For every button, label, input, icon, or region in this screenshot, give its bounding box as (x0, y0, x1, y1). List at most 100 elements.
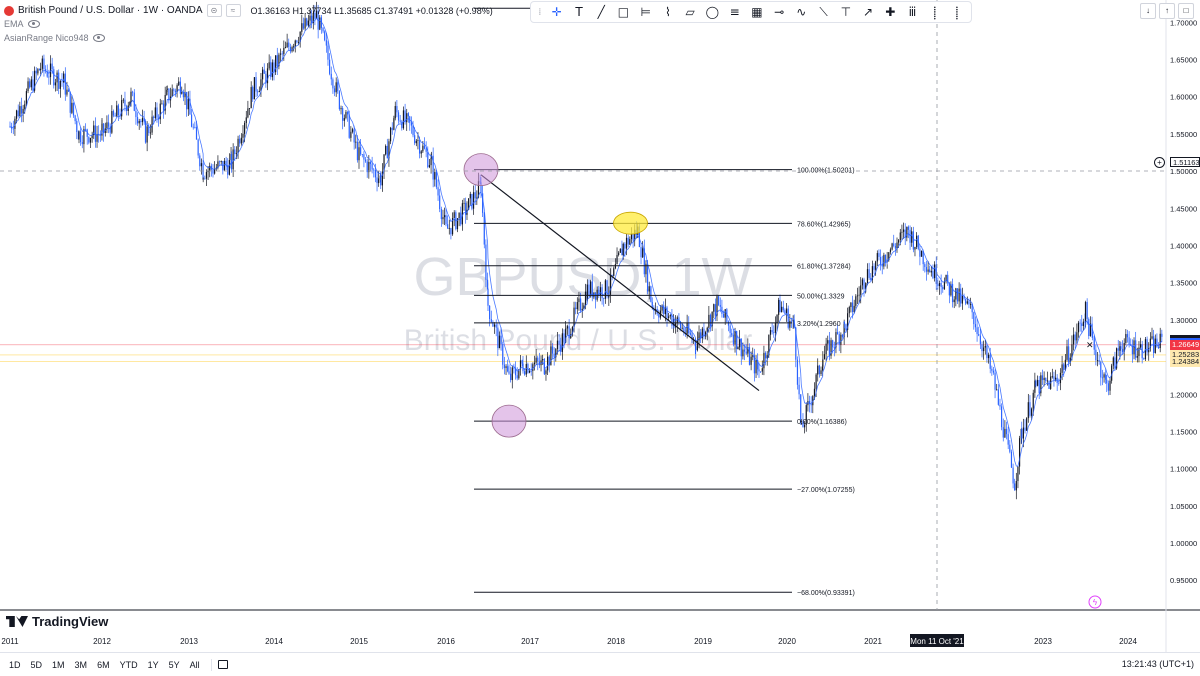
polyline-icon[interactable]: ⟍ (813, 3, 833, 21)
fib-tool-icon[interactable]: ⌇ (658, 3, 678, 21)
clock[interactable]: 13:21:43 (UTC+1) (1122, 659, 1194, 669)
calendar-icon[interactable] (217, 660, 228, 669)
price-chart[interactable]: GBPUSD, 1W British Pound / U.S. Dollar 1… (0, 0, 1200, 652)
candle-body (154, 107, 156, 119)
candle-body (898, 240, 900, 243)
symbol-legend[interactable]: British Pound / U.S. Dollar · 1W · OANDA… (4, 4, 493, 17)
candle-body (840, 334, 842, 345)
period-3m[interactable]: 3M (70, 660, 93, 670)
candle-body (1041, 375, 1044, 381)
candle-body (537, 357, 539, 362)
period-6m[interactable]: 6M (92, 660, 115, 670)
candle-body (1068, 346, 1070, 363)
candle-body (94, 125, 96, 142)
candle-body (1004, 428, 1006, 438)
candle-body (1038, 379, 1040, 394)
period-selector: 1D 5D 1M 3M 6M YTD 1Y 5Y All (4, 660, 205, 670)
candle-body (138, 120, 140, 124)
candle-body (415, 140, 417, 144)
candle-body (850, 302, 852, 308)
candle-body (646, 263, 649, 292)
period-1m[interactable]: 1M (47, 660, 70, 670)
price-tick: 1.00000 (1170, 539, 1197, 548)
period-all[interactable]: All (185, 660, 205, 670)
candle-body (627, 237, 629, 245)
eye-off-icon[interactable] (27, 20, 40, 28)
candle-body (773, 332, 775, 334)
trend-line-icon[interactable]: ╱ (591, 3, 611, 21)
candle-body (1002, 427, 1004, 438)
ellipse-icon[interactable]: ◯ (702, 3, 722, 21)
candle-body (781, 306, 783, 313)
eye-off-icon[interactable] (92, 34, 105, 42)
period-ytd[interactable]: YTD (115, 660, 143, 670)
candle-body (1077, 322, 1080, 333)
candle-body (798, 384, 800, 395)
candle-body (122, 99, 124, 101)
candle-body (761, 368, 763, 372)
candle-body (325, 40, 327, 46)
candle-body (722, 313, 725, 318)
move-down-button[interactable]: ↓ (1140, 3, 1156, 19)
horizontal-ray-icon[interactable]: ⊸ (769, 3, 789, 21)
candle-body (1024, 427, 1026, 431)
candle-body (718, 296, 720, 305)
indicator-asianrange[interactable]: AsianRange Nico948 (4, 33, 105, 43)
brush-icon[interactable]: ≡ (725, 3, 745, 21)
candle-body (1098, 360, 1100, 362)
crosshair-add-icon[interactable]: ⅲ (902, 3, 922, 21)
candle-body (535, 357, 537, 363)
rectangle-icon[interactable]: □ (613, 3, 633, 21)
vertical-line-icon[interactable]: ⸽ (947, 3, 967, 21)
candle-body (385, 145, 387, 155)
candle-body (283, 47, 285, 55)
maximize-button[interactable]: □ (1178, 3, 1194, 19)
path-icon[interactable]: ∿ (791, 3, 811, 21)
candle-body (132, 91, 134, 93)
candle-body (622, 243, 624, 256)
text-icon[interactable]: T (569, 3, 589, 21)
crosshair-icon[interactable]: ✛ (547, 3, 567, 21)
candle-body (136, 117, 139, 124)
candle-body (686, 323, 688, 334)
candle-body (80, 131, 82, 143)
indicator-ema[interactable]: EMA (4, 19, 40, 29)
candle-body (907, 226, 910, 230)
candle-body (293, 46, 295, 48)
fib-level-label: 50.00%(1.3329 (797, 293, 845, 300)
candle-body (1100, 361, 1102, 378)
candle-body (101, 123, 103, 128)
time-tick: 2021 (864, 637, 882, 646)
period-5y[interactable]: 5Y (164, 660, 185, 670)
measure-icon[interactable]: ⊤ (836, 3, 856, 21)
candle-body (825, 343, 827, 355)
period-5d[interactable]: 5D (26, 660, 48, 670)
candle-body (981, 344, 983, 352)
long-short-position-icon[interactable]: ⊨ (636, 3, 656, 21)
candle-body (853, 305, 855, 312)
candle-body (51, 63, 53, 70)
price-label: 1.26649 (1170, 339, 1200, 350)
anchored-text-icon[interactable]: ↗ (858, 3, 878, 21)
candle-body (965, 298, 967, 304)
curve-icon[interactable]: ✚ (880, 3, 900, 21)
bar-pattern-icon[interactable]: ⸽ (925, 3, 945, 21)
candle-body (1106, 379, 1108, 384)
divider (210, 658, 212, 671)
period-1y[interactable]: 1Y (143, 660, 164, 670)
move-up-button[interactable]: ↑ (1159, 3, 1175, 19)
candle-body (296, 40, 298, 43)
candle-body (573, 307, 575, 327)
candle-body (508, 371, 510, 374)
flag-icon (4, 5, 14, 16)
candle-body (668, 316, 670, 318)
time-tick: 2020 (778, 637, 796, 646)
hide-legend-icon[interactable]: ⊝ (206, 4, 222, 17)
candle-body (487, 289, 489, 306)
tradingview-logo[interactable]: TradingView (6, 614, 108, 629)
period-1d[interactable]: 1D (4, 660, 26, 670)
candle-body (992, 370, 995, 373)
compare-icon[interactable]: ≈ (225, 4, 241, 17)
grid-icon[interactable]: ▦ (747, 3, 767, 21)
channel-icon[interactable]: ▱ (680, 3, 700, 21)
